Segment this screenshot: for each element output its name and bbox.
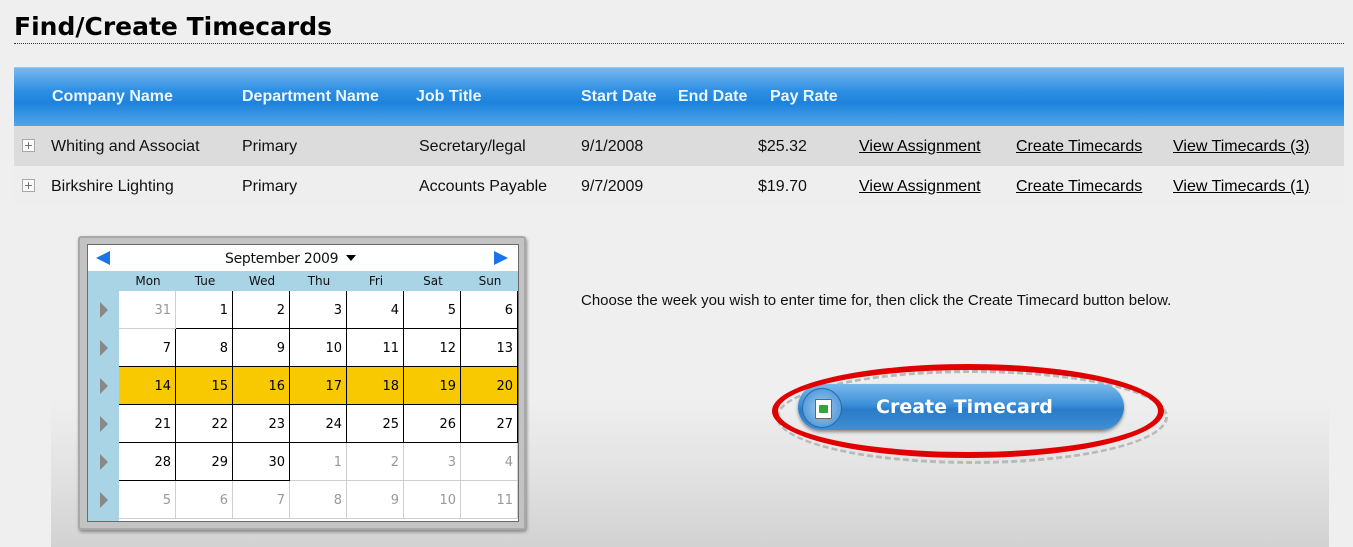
calendar-day[interactable]: 4 [461, 443, 518, 481]
day-name: Mon [135, 274, 161, 288]
calendar-day[interactable]: 5 [119, 481, 176, 519]
calendar-day[interactable]: 21 [119, 405, 176, 443]
day-names-row: Mon Tue Wed Thu Fri Sat Sun [88, 271, 518, 291]
calendar-day[interactable]: 29 [176, 443, 233, 481]
calendar-day[interactable]: 7 [233, 481, 290, 519]
calendar-day[interactable]: 5 [404, 291, 461, 329]
calendar-day[interactable]: 13 [461, 329, 518, 367]
col-company-name[interactable]: Company Name [52, 88, 173, 106]
calendar-day[interactable]: 15 [176, 367, 233, 405]
start-date: 9/7/2009 [581, 178, 644, 195]
calendar-body: September 2009 Mon Tue Wed Thu Fri Sat S… [87, 244, 519, 522]
view-timecards-link[interactable]: View Timecards (3) [1173, 138, 1310, 155]
assignments-grid: Company Name Department Name Job Title S… [14, 67, 1344, 206]
week-selector-column [88, 291, 119, 521]
week-calendar: September 2009 Mon Tue Wed Thu Fri Sat S… [78, 236, 526, 530]
calendar-day[interactable]: 9 [233, 329, 290, 367]
month-selector[interactable]: September 2009 [225, 251, 357, 267]
calendar-day[interactable]: 7 [119, 329, 176, 367]
instruction-text: Choose the week you wish to enter time f… [581, 292, 1172, 309]
calendar-day[interactable]: 30 [233, 443, 290, 481]
start-date: 9/1/2008 [581, 138, 644, 155]
company-name: Whiting and Associat [51, 138, 200, 155]
calendar-nav: September 2009 [88, 245, 518, 271]
calendar-day[interactable]: 8 [176, 329, 233, 367]
calendar-day[interactable]: 18 [347, 367, 404, 405]
caret-down-icon [346, 255, 357, 261]
calendar-day[interactable]: 8 [290, 481, 347, 519]
week-select-arrow-icon[interactable] [100, 416, 108, 432]
calendar-day[interactable]: 25 [347, 405, 404, 443]
department-name: Primary [242, 138, 298, 155]
calendar-day[interactable]: 17 [290, 367, 347, 405]
view-timecards-link[interactable]: View Timecards (1) [1173, 178, 1310, 195]
calendar-day[interactable]: 11 [347, 329, 404, 367]
month-label: September 2009 [225, 251, 339, 267]
company-name: Birkshire Lighting [51, 178, 174, 195]
col-start-date[interactable]: Start Date [581, 88, 657, 106]
grid-header: Company Name Department Name Job Title S… [14, 67, 1344, 126]
table-row: + Birkshire Lighting Primary Accounts Pa… [14, 166, 1344, 206]
day-name: Tue [194, 274, 216, 288]
col-job-title[interactable]: Job Title [416, 88, 482, 106]
day-name: Sun [478, 274, 502, 288]
day-name: Sat [423, 274, 443, 288]
calendar-day[interactable]: 4 [347, 291, 404, 329]
view-assignment-link[interactable]: View Assignment [859, 138, 981, 155]
week-select-arrow-icon[interactable] [100, 302, 108, 318]
calendar-day[interactable]: 28 [119, 443, 176, 481]
week-select-arrow-icon[interactable] [100, 378, 108, 394]
job-title: Secretary/legal [419, 138, 526, 155]
pay-rate: $19.70 [758, 178, 807, 195]
day-name: Thu [307, 274, 331, 288]
create-timecards-link[interactable]: Create Timecards [1016, 138, 1142, 155]
calendar-day[interactable]: 16 [233, 367, 290, 405]
arrow-left-icon[interactable] [96, 251, 110, 265]
calendar-day[interactable]: 22 [176, 405, 233, 443]
col-department-name[interactable]: Department Name [242, 88, 379, 106]
calendar-day[interactable]: 27 [461, 405, 518, 443]
calendar-day[interactable]: 31 [119, 291, 176, 329]
calendar-day[interactable]: 24 [290, 405, 347, 443]
highlight-ring [772, 364, 1164, 458]
calendar-day[interactable]: 10 [404, 481, 461, 519]
page-title: Find/Create Timecards [14, 12, 1344, 44]
week-select-arrow-icon[interactable] [100, 492, 108, 508]
calendar-day[interactable]: 2 [233, 291, 290, 329]
expand-icon[interactable]: + [22, 139, 35, 152]
col-end-date[interactable]: End Date [678, 88, 747, 106]
calendar-day[interactable]: 19 [404, 367, 461, 405]
calendar-day[interactable]: 3 [404, 443, 461, 481]
table-row: + Whiting and Associat Primary Secretary… [14, 126, 1344, 166]
calendar-grid: 31 1 2 3 4 5 6 7 8 9 10 11 12 13 14 15 16 17 18 19 20 21 22 23 2… [119, 291, 518, 521]
col-pay-rate[interactable]: Pay Rate [770, 88, 838, 106]
calendar-day[interactable]: 14 [119, 367, 176, 405]
job-title: Accounts Payable [419, 178, 548, 195]
calendar-day[interactable]: 1 [176, 291, 233, 329]
week-select-arrow-icon[interactable] [100, 340, 108, 356]
calendar-day[interactable]: 1 [290, 443, 347, 481]
arrow-right-icon[interactable] [494, 251, 508, 265]
pay-rate: $25.32 [758, 138, 807, 155]
week-select-arrow-icon[interactable] [100, 454, 108, 470]
day-name: Wed [248, 274, 276, 288]
calendar-day[interactable]: 11 [461, 481, 518, 519]
calendar-day[interactable]: 6 [461, 291, 518, 329]
expand-icon[interactable]: + [22, 179, 35, 192]
calendar-day[interactable]: 20 [461, 367, 518, 405]
calendar-day[interactable]: 9 [347, 481, 404, 519]
day-name: Fri [368, 274, 384, 288]
calendar-day[interactable]: 10 [290, 329, 347, 367]
calendar-day[interactable]: 23 [233, 405, 290, 443]
calendar-day[interactable]: 12 [404, 329, 461, 367]
create-timecards-link[interactable]: Create Timecards [1016, 178, 1142, 195]
calendar-day[interactable]: 6 [176, 481, 233, 519]
view-assignment-link[interactable]: View Assignment [859, 178, 981, 195]
calendar-day[interactable]: 2 [347, 443, 404, 481]
calendar-day[interactable]: 3 [290, 291, 347, 329]
calendar-day[interactable]: 26 [404, 405, 461, 443]
department-name: Primary [242, 178, 298, 195]
